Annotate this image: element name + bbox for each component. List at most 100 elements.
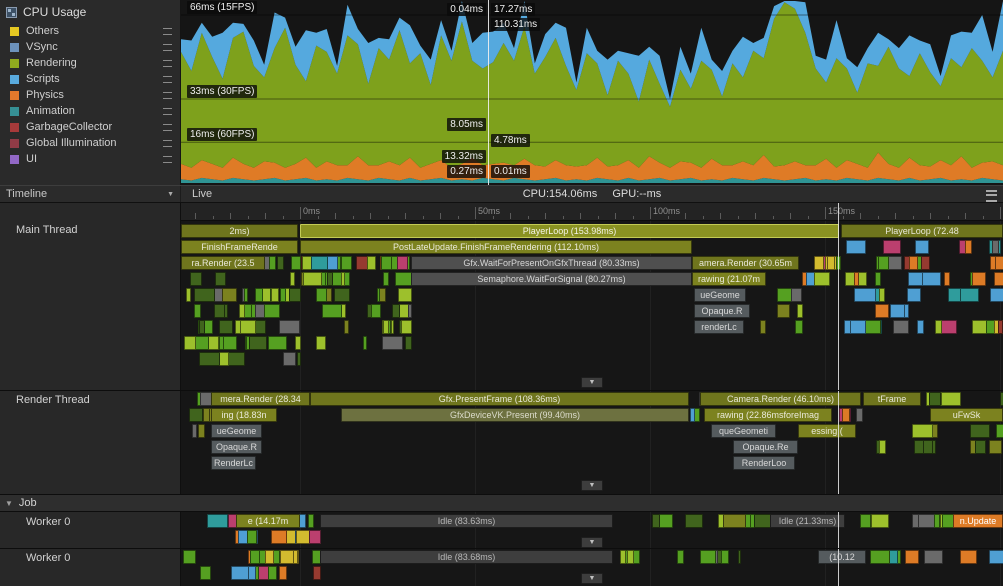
timeline-debris-bar[interactable] xyxy=(907,288,921,302)
legend-drag-handle-icon[interactable] xyxy=(163,44,172,51)
job-group-header[interactable]: ▼ Job xyxy=(0,494,1003,512)
timeline-debris-bar[interactable] xyxy=(777,304,790,318)
timeline-debris-bar[interactable] xyxy=(183,550,196,564)
timeline-bar[interactable]: amera.Render (30.65m xyxy=(692,256,799,270)
timeline-bar[interactable]: ueGeome xyxy=(211,424,262,438)
timeline-debris-bar[interactable] xyxy=(190,272,202,286)
timeline-bar[interactable]: uFwSk xyxy=(930,408,1003,422)
timeline-debris-bar[interactable] xyxy=(989,440,1002,454)
timeline-debris-bar[interactable] xyxy=(995,256,1003,270)
legend-item-physics[interactable]: Physics xyxy=(0,87,180,103)
timeline-debris-bar[interactable] xyxy=(677,550,684,564)
timeline-debris-bar[interactable] xyxy=(223,336,237,350)
timeline-debris-bar[interactable] xyxy=(738,550,741,564)
timeline-debris-bar[interactable] xyxy=(994,272,1003,286)
timeline-debris-bar[interactable] xyxy=(934,514,940,528)
timeline-debris-bar[interactable] xyxy=(860,514,871,528)
thread-label-worker-0-3[interactable]: Worker 0 xyxy=(26,552,70,564)
timeline-debris-bar[interactable] xyxy=(271,530,287,544)
timeline-debris-bar[interactable] xyxy=(334,288,350,302)
timeline-debris-bar[interactable] xyxy=(685,514,703,528)
timeline-debris-bar[interactable] xyxy=(905,550,919,564)
timeline-bar[interactable]: rawing (21.07m xyxy=(692,272,766,286)
timeline-debris-bar[interactable] xyxy=(214,304,225,318)
legend-drag-handle-icon[interactable] xyxy=(163,108,172,115)
timeline-bar[interactable]: e (14.17m xyxy=(236,514,300,528)
timeline-debris-bar[interactable] xyxy=(941,392,961,406)
timeline-bar[interactable]: FinishFrameRende xyxy=(181,240,298,254)
timeline-debris-bar[interactable] xyxy=(269,256,276,270)
timeline-debris-bar[interactable] xyxy=(922,272,941,286)
timeline-bar[interactable]: rawing (22.86msforeImag xyxy=(704,408,832,422)
timeline-debris-bar[interactable] xyxy=(791,288,802,302)
timeline-debris-bar[interactable] xyxy=(992,240,999,254)
timeline-debris-bar[interactable] xyxy=(327,256,338,270)
timeline-debris-bar[interactable] xyxy=(297,352,301,366)
collapse-arrow-icon[interactable]: ▼ xyxy=(581,537,603,548)
timeline-debris-bar[interactable] xyxy=(408,304,412,318)
timeline-debris-bar[interactable] xyxy=(690,408,695,422)
timeline-debris-bar[interactable] xyxy=(879,288,885,302)
timeline-bar[interactable]: Gfx.PresentFrame (108.36ms) xyxy=(310,392,689,406)
timeline-bar[interactable]: renderLc xyxy=(694,320,744,334)
timeline-debris-bar[interactable] xyxy=(975,440,986,454)
timeline-bar[interactable]: Semaphore.WaitForSignal (80.27ms) xyxy=(411,272,692,286)
legend-item-global-illumination[interactable]: Global Illumination xyxy=(0,135,180,151)
timeline-debris-bar[interactable] xyxy=(289,288,301,302)
timeline-debris-bar[interactable] xyxy=(279,320,300,334)
timeline-debris-bar[interactable] xyxy=(363,336,367,350)
timeline-debris-bar[interactable] xyxy=(970,424,990,438)
timeline-bar[interactable]: tFrame xyxy=(863,392,921,406)
timeline-bar[interactable] xyxy=(700,550,716,564)
timeline-debris-bar[interactable] xyxy=(797,304,803,318)
timeline-debris-bar[interactable] xyxy=(184,336,196,350)
timeline-debris-bar[interactable] xyxy=(192,424,197,438)
timeline-bar[interactable]: queGeometi xyxy=(711,424,776,438)
timeline-debris-bar[interactable] xyxy=(627,550,634,564)
legend-item-others[interactable]: Others xyxy=(0,23,180,39)
legend-drag-handle-icon[interactable] xyxy=(163,76,172,83)
timeline-debris-bar[interactable] xyxy=(921,256,930,270)
thread-label-worker-0-2[interactable]: Worker 0 xyxy=(26,516,70,528)
timeline-debris-bar[interactable] xyxy=(371,304,381,318)
legend-item-ui[interactable]: UI xyxy=(0,151,180,167)
timeline-debris-bar[interactable] xyxy=(909,256,918,270)
cpu-usage-chart[interactable]: 66ms (15FPS)33ms (30FPS)16ms (60FPS)0.04… xyxy=(181,0,1003,185)
timeline-debris-bar[interactable] xyxy=(327,272,333,286)
timeline-debris-bar[interactable] xyxy=(940,320,957,334)
timeline-debris-bar[interactable] xyxy=(264,304,280,318)
collapse-arrow-icon[interactable]: ▼ xyxy=(581,480,603,491)
timeline-debris-bar[interactable] xyxy=(316,288,327,302)
timeline-debris-bar[interactable] xyxy=(990,288,1003,302)
timeline-debris-bar[interactable] xyxy=(311,256,328,270)
timeline-debris-bar[interactable] xyxy=(247,530,257,544)
timeline-debris-bar[interactable] xyxy=(890,304,905,318)
timeline-bar[interactable]: Gfx.WaitForPresentOnGfxThread (80.33ms) xyxy=(411,256,692,270)
thread-label-render-thread-1[interactable]: Render Thread xyxy=(16,394,90,406)
timeline-bar[interactable]: PlayerLoop (153.98ms) xyxy=(300,224,839,238)
timeline-bar[interactable]: n.Update xyxy=(953,514,1003,528)
timeline-debris-bar[interactable] xyxy=(249,336,267,350)
timeline-debris-bar[interactable] xyxy=(893,320,909,334)
legend-item-rendering[interactable]: Rendering xyxy=(0,55,180,71)
legend-item-scripts[interactable]: Scripts xyxy=(0,71,180,87)
timeline-debris-bar[interactable] xyxy=(231,566,249,580)
timeline-debris-bar[interactable] xyxy=(313,566,321,580)
timeline-debris-bar[interactable] xyxy=(397,256,408,270)
timeline-debris-bar[interactable] xyxy=(194,304,201,318)
timeline-debris-bar[interactable] xyxy=(255,288,263,302)
timeline-debris-bar[interactable] xyxy=(367,256,376,270)
timeline-debris-bar[interactable] xyxy=(186,288,191,302)
legend-item-animation[interactable]: Animation xyxy=(0,103,180,119)
timeline-debris-bar[interactable] xyxy=(883,240,901,254)
timeline-debris-bar[interactable] xyxy=(850,320,866,334)
timeline-debris-bar[interactable] xyxy=(341,272,345,286)
timeline-debris-bar[interactable] xyxy=(200,566,211,580)
timeline-debris-bar[interactable] xyxy=(222,288,237,302)
collapse-arrow-icon[interactable]: ▼ xyxy=(581,573,603,584)
timeline-bar[interactable]: PostLateUpdate.FinishFrameRendering (112… xyxy=(300,240,692,254)
timeline-debris-bar[interactable] xyxy=(199,320,205,334)
timeline-debris-bar[interactable] xyxy=(199,352,220,366)
timeline-debris-bar[interactable] xyxy=(215,272,226,286)
timeline-bar[interactable]: RenderLoo xyxy=(733,456,795,470)
